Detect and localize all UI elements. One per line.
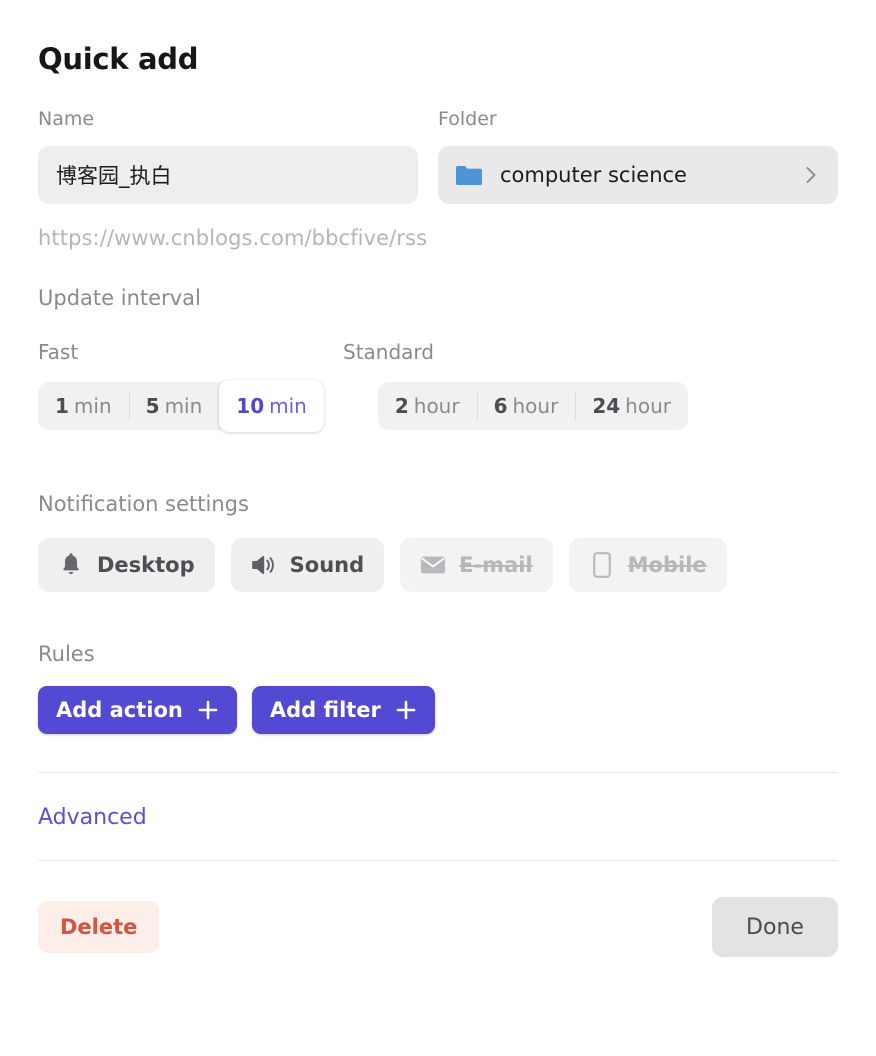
interval-num: 24	[592, 394, 621, 418]
fast-interval-group: 1 min 5 min 10 min	[38, 380, 324, 432]
interval-num: 2	[394, 394, 409, 418]
divider-top	[38, 772, 838, 773]
notification-toggle-mobile[interactable]: Mobile	[568, 538, 727, 592]
interval-option-5min[interactable]: 5 min	[128, 382, 220, 430]
notification-toggle-email[interactable]: E-mail	[400, 538, 553, 592]
name-input[interactable]	[38, 146, 418, 204]
interval-num: 5	[145, 394, 160, 418]
name-folder-row: Name Folder computer science	[38, 108, 838, 204]
phone-icon	[589, 552, 615, 578]
footer-actions: Delete Done	[38, 897, 838, 957]
chevron-right-icon	[800, 164, 822, 186]
plus-icon	[197, 699, 219, 721]
notification-label: Desktop	[97, 553, 195, 577]
interval-option-2hour[interactable]: 2 hour	[378, 382, 477, 430]
interval-selector-row: 1 min 5 min 10 min 2 hour 6 hour 24 hour	[38, 380, 838, 432]
update-interval-heading: Update interval	[38, 286, 201, 310]
notification-label: Mobile	[627, 553, 707, 577]
folder-field-group: Folder computer science	[438, 108, 838, 204]
fast-group-label: Fast	[38, 340, 79, 364]
speaker-icon	[251, 552, 277, 578]
name-field-group: Name	[38, 108, 418, 204]
delete-button[interactable]: Delete	[38, 901, 160, 953]
interval-option-1min[interactable]: 1 min	[38, 382, 129, 430]
done-button[interactable]: Done	[712, 897, 838, 957]
divider-bottom	[38, 860, 838, 861]
add-action-button[interactable]: Add action	[38, 686, 237, 734]
folder-name: computer science	[500, 163, 687, 187]
interval-num: 1	[55, 394, 69, 418]
bell-icon	[58, 552, 84, 578]
feed-url: https://www.cnblogs.com/bbcfive/rss	[38, 226, 428, 250]
interval-option-24hour[interactable]: 24 hour	[575, 382, 688, 430]
standard-group-label: Standard	[343, 340, 434, 364]
interval-group-labels: Fast Standard	[38, 340, 838, 364]
rules-buttons-row: Add action Add filter	[38, 686, 838, 734]
standard-interval-group: 2 hour 6 hour 24 hour	[377, 382, 688, 430]
interval-option-10min[interactable]: 10 min	[219, 380, 324, 432]
interval-unit: min	[73, 394, 112, 418]
folder-icon	[454, 163, 484, 187]
name-label: Name	[38, 108, 95, 130]
folder-selector[interactable]: computer science	[438, 146, 838, 204]
interval-unit: min	[164, 394, 203, 418]
add-filter-label: Add filter	[269, 698, 381, 722]
interval-option-6hour[interactable]: 6 hour	[476, 382, 576, 430]
interval-unit: hour	[512, 394, 559, 418]
quick-add-dialog: Quick add Name Folder computer science	[0, 0, 876, 1056]
rules-heading: Rules	[38, 642, 95, 666]
advanced-link[interactable]: Advanced	[38, 805, 147, 830]
notification-toggle-sound[interactable]: Sound	[230, 538, 385, 592]
interval-num: 10	[236, 394, 265, 418]
folder-label: Folder	[438, 108, 497, 130]
envelope-icon	[420, 552, 446, 578]
notification-toggle-desktop[interactable]: Desktop	[38, 538, 215, 592]
interval-unit: hour	[413, 394, 460, 418]
add-filter-button[interactable]: Add filter	[251, 686, 435, 734]
add-action-label: Add action	[56, 698, 183, 722]
page-title: Quick add	[38, 42, 199, 76]
notification-settings-heading: Notification settings	[38, 492, 249, 516]
interval-unit: min	[269, 394, 307, 418]
interval-unit: hour	[625, 394, 671, 418]
interval-num: 6	[493, 394, 508, 418]
plus-icon	[395, 699, 417, 721]
notification-label: E-mail	[459, 553, 533, 577]
notification-label: Sound	[289, 553, 365, 577]
notification-options-row: Desktop Sound E-mail Mobile	[38, 538, 838, 592]
